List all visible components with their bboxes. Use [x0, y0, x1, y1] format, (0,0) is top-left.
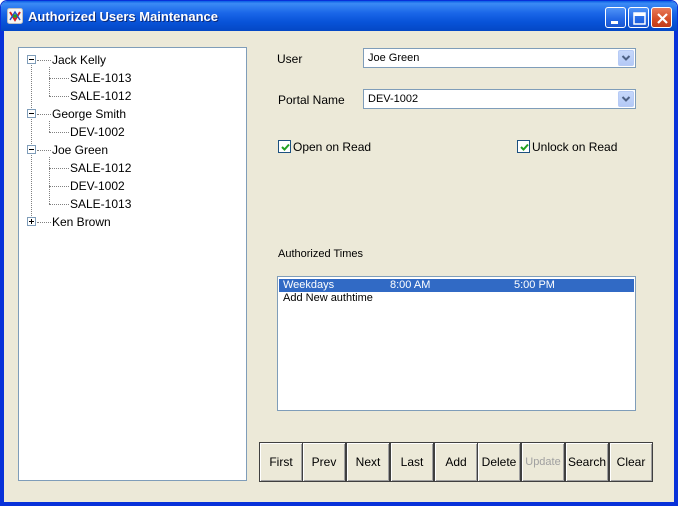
maximize-button[interactable]	[628, 7, 649, 28]
users-tree[interactable]: Jack Kelly SALE-1013 SALE-1012 George Sm…	[18, 47, 247, 481]
tree-node-portal[interactable]: SALE-1013	[70, 197, 131, 211]
add-button[interactable]: Add	[434, 442, 478, 482]
chevron-down-icon	[621, 55, 631, 61]
next-button[interactable]: Next	[346, 442, 390, 482]
unlock-on-read-checkbox[interactable]	[517, 140, 530, 153]
user-combo-value: Joe Green	[368, 52, 420, 64]
tree-guide	[49, 132, 69, 133]
tree-guide	[49, 121, 50, 132]
time-start: 8:00 AM	[390, 279, 431, 291]
tree-guide	[49, 78, 69, 79]
portal-name-combo[interactable]: DEV-1002	[363, 89, 636, 109]
search-button[interactable]: Search	[565, 442, 609, 482]
add-new-authtime: Add New authtime	[283, 292, 373, 304]
window-frame-bottom	[1, 502, 677, 505]
open-on-read-checkbox[interactable]	[278, 140, 291, 153]
tree-node-portal[interactable]: DEV-1002	[70, 125, 125, 139]
portal-name-label: Portal Name	[278, 93, 345, 107]
minimize-icon	[611, 21, 618, 24]
tree-node-user[interactable]: Ken Brown	[52, 215, 111, 229]
tree-collapse-icon[interactable]	[27, 55, 36, 64]
clear-button[interactable]: Clear	[609, 442, 653, 482]
tree-guide	[37, 222, 51, 223]
window-frame-left	[1, 31, 4, 505]
time-day: Weekdays	[283, 279, 335, 291]
time-end: 5:00 PM	[514, 279, 555, 291]
tree-guide	[37, 60, 51, 61]
authorized-times-label: Authorized Times	[278, 248, 363, 260]
first-button[interactable]: First	[259, 442, 303, 482]
unlock-on-read-label[interactable]: Unlock on Read	[532, 140, 617, 154]
portal-combo-value: DEV-1002	[368, 93, 419, 105]
user-combo[interactable]: Joe Green	[363, 48, 636, 68]
dropdown-button[interactable]	[618, 91, 634, 107]
close-icon	[657, 13, 668, 24]
tree-guide	[49, 157, 50, 204]
tree-collapse-icon[interactable]	[27, 109, 36, 118]
tree-guide	[49, 186, 69, 187]
tree-node-portal[interactable]: DEV-1002	[70, 179, 125, 193]
tree-guide	[49, 204, 69, 205]
list-item[interactable]: Weekdays 8:00 AM 5:00 PM	[279, 279, 634, 292]
user-label: User	[277, 52, 303, 66]
tree-node-user[interactable]: George Smith	[52, 107, 126, 121]
chevron-down-icon	[621, 96, 631, 102]
window-frame-right	[674, 31, 677, 505]
tree-node-user[interactable]: Joe Green	[52, 143, 108, 157]
mixer-icon	[7, 8, 23, 24]
tree-node-user[interactable]: Jack Kelly	[52, 53, 106, 67]
tree-guide	[37, 114, 51, 115]
tree-node-portal[interactable]: SALE-1012	[70, 89, 131, 103]
app-window: Authorized Users Maintenance Jack Kelly	[0, 0, 678, 506]
update-button: Update	[521, 442, 565, 482]
maximize-icon	[633, 12, 646, 25]
minimize-button[interactable]	[605, 7, 626, 28]
open-on-read-label[interactable]: Open on Read	[293, 140, 371, 154]
last-button[interactable]: Last	[390, 442, 434, 482]
authorized-times-list[interactable]: Weekdays 8:00 AM 5:00 PM Add New authtim…	[277, 276, 636, 411]
checkmark-icon	[520, 143, 529, 151]
list-item[interactable]: Add New authtime	[279, 292, 634, 305]
title-bar[interactable]: Authorized Users Maintenance	[1, 1, 677, 31]
tree-collapse-icon[interactable]	[27, 145, 36, 154]
window-title: Authorized Users Maintenance	[28, 9, 218, 24]
tree-guide	[31, 63, 32, 222]
delete-button[interactable]: Delete	[477, 442, 521, 482]
tree-guide	[49, 168, 69, 169]
close-button[interactable]	[651, 7, 672, 28]
checkmark-icon	[281, 143, 290, 151]
tree-guide	[49, 96, 69, 97]
tree-node-portal[interactable]: SALE-1013	[70, 71, 131, 85]
tree-guide	[49, 67, 50, 96]
dropdown-button[interactable]	[618, 50, 634, 66]
tree-expand-icon[interactable]	[27, 217, 36, 226]
tree-guide	[37, 150, 51, 151]
tree-node-portal[interactable]: SALE-1012	[70, 161, 131, 175]
prev-button[interactable]: Prev	[302, 442, 346, 482]
